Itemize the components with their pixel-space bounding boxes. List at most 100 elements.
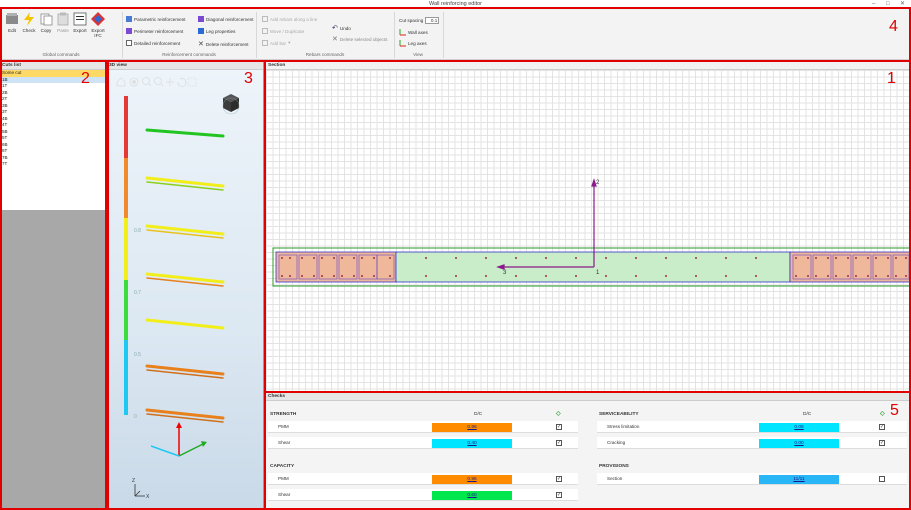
check-value[interactable]: 0.06 bbox=[759, 423, 839, 432]
parametric-reinforcement-button[interactable]: Parametric reinforcement bbox=[126, 16, 186, 22]
cuts-list-title: Cuts list bbox=[0, 62, 106, 70]
capacity-heading: CAPACITY bbox=[270, 464, 295, 469]
check-value[interactable]: 11/11 bbox=[759, 475, 839, 484]
move-duplicate-button[interactable]: Move / Duplicate bbox=[262, 28, 304, 34]
view-3d-canvas[interactable]: 0.8 0.7 0.5 0 Z X bbox=[107, 70, 264, 510]
maximize-button[interactable]: □ bbox=[886, 0, 890, 8]
copy-button[interactable]: Copy bbox=[38, 12, 54, 33]
check-visibility-checkbox[interactable]: ✓ bbox=[556, 492, 562, 498]
add-bar-label: Add bar bbox=[270, 40, 287, 46]
rebar-layer[interactable] bbox=[145, 318, 225, 330]
rebar-layer[interactable] bbox=[145, 408, 225, 420]
cut-list-item[interactable]: 7T bbox=[0, 161, 106, 168]
edit-label: Edit bbox=[8, 28, 16, 33]
check-row: Stress limitation 0.06 ✓ bbox=[597, 421, 907, 433]
ribbon-separator bbox=[443, 12, 444, 58]
check-visibility-checkbox[interactable]: ✓ bbox=[556, 424, 562, 430]
perimeter-label: Perimeter reinforcement bbox=[134, 28, 184, 34]
wall-axes-button[interactable]: Wall axes bbox=[399, 29, 428, 36]
scale-segment bbox=[124, 158, 128, 218]
serviceability-heading: SERVICEABILITY bbox=[599, 412, 639, 417]
check-value[interactable]: 0.40 bbox=[432, 439, 512, 448]
annotation-marker: 2 bbox=[81, 70, 90, 87]
close-button[interactable]: ✕ bbox=[900, 0, 905, 8]
orbit-icon[interactable] bbox=[129, 77, 139, 87]
check-value[interactable]: 0.60 bbox=[432, 491, 512, 500]
check-row: Section 11/11 bbox=[597, 473, 907, 485]
copy-label: Copy bbox=[40, 28, 52, 33]
fullscreen-icon[interactable] bbox=[187, 77, 197, 87]
eye-icon[interactable]: ◇ bbox=[556, 410, 561, 417]
axis-triad-icon bbox=[134, 484, 145, 497]
paste-label: Paste bbox=[57, 28, 69, 33]
leg-axes-button[interactable]: Leg axes bbox=[399, 40, 427, 47]
check-label: Section bbox=[607, 476, 623, 481]
paste-button[interactable]: Paste bbox=[55, 12, 71, 33]
detailed-label: Detailed reinforcement bbox=[134, 40, 181, 46]
leg-properties-button[interactable]: Leg properties bbox=[198, 28, 235, 34]
detailed-icon bbox=[126, 40, 132, 46]
zoom-fit-icon[interactable] bbox=[142, 77, 152, 87]
annotation-marker: 1 bbox=[887, 70, 896, 87]
undo-button[interactable]: ↶ Undo bbox=[332, 24, 351, 32]
add-rebars-along-line-button[interactable]: Add rebars along a line bbox=[262, 16, 317, 22]
check-row: Shear 0.60 ✓ bbox=[268, 489, 578, 501]
properties-icon bbox=[198, 28, 204, 34]
eye-icon[interactable]: ◇ bbox=[880, 410, 885, 417]
check-row: PMM 0.96 ✓ bbox=[268, 421, 578, 433]
check-value[interactable]: 0.96 bbox=[432, 475, 512, 484]
copy-icon bbox=[40, 13, 53, 26]
cut-spacing-input[interactable]: 0.1 bbox=[425, 17, 440, 24]
add-bar-button[interactable]: Add bar ▾ bbox=[262, 40, 290, 46]
rebar-layer[interactable] bbox=[145, 272, 225, 284]
diagonal-reinforcement-button[interactable]: Diagonal reinforcement bbox=[198, 16, 254, 22]
check-visibility-checkbox[interactable]: ✓ bbox=[556, 440, 562, 446]
window-title: Wall reinforcing editor bbox=[429, 1, 482, 7]
delete-label: Delete reinforcement bbox=[205, 41, 249, 47]
section-canvas[interactable]: 2 1 3 bbox=[266, 62, 911, 393]
check-row: PMM 0.96 ✓ bbox=[268, 473, 578, 485]
zoom-icon[interactable] bbox=[154, 77, 164, 87]
move-icon bbox=[262, 28, 268, 34]
rotate-icon[interactable] bbox=[177, 78, 187, 87]
undo-label: Undo bbox=[339, 25, 351, 31]
view-cube-icon[interactable] bbox=[222, 94, 240, 115]
rebar-layer[interactable] bbox=[145, 364, 225, 376]
view-3d-title: 3D view bbox=[107, 62, 263, 70]
export-button[interactable]: Export bbox=[72, 12, 88, 33]
export-ifc-button[interactable]: Export IFC bbox=[89, 12, 107, 38]
rebar-layer[interactable] bbox=[145, 176, 225, 188]
level-scale bbox=[124, 96, 128, 415]
check-visibility-checkbox[interactable]: ✓ bbox=[879, 440, 885, 446]
minimize-button[interactable]: – bbox=[872, 0, 875, 8]
global-commands-label: Global commands bbox=[42, 52, 80, 57]
perimeter-reinforcement-button[interactable]: Perimeter reinforcement bbox=[126, 28, 183, 34]
level-label: 0.5 bbox=[134, 352, 141, 358]
delete-icon: ✕ bbox=[198, 41, 204, 48]
annotation-marker: 4 bbox=[889, 18, 898, 35]
boundary-element-left[interactable] bbox=[275, 251, 397, 283]
detailed-reinforcement-button[interactable]: Detailed reinforcement bbox=[126, 40, 180, 46]
delete-selected-button[interactable]: ✕ Delete selected objects bbox=[332, 35, 387, 43]
rebar-layer[interactable] bbox=[145, 224, 225, 236]
pan-icon[interactable] bbox=[166, 78, 174, 86]
check-label: Shear bbox=[278, 492, 291, 497]
node-label-2: 2 bbox=[596, 180, 600, 186]
check-visibility-checkbox[interactable] bbox=[879, 476, 885, 482]
delete-reinforcement-button[interactable]: ✕ Delete reinforcement bbox=[198, 40, 249, 48]
check-visibility-checkbox[interactable]: ✓ bbox=[879, 424, 885, 430]
cut-spacing-label: Cut spacing bbox=[399, 18, 424, 23]
ribbon-separator bbox=[394, 12, 395, 58]
edit-button[interactable]: Edit bbox=[4, 12, 20, 33]
chevron-down-icon: ▾ bbox=[288, 40, 291, 45]
check-row: Cracking 0.00 ✓ bbox=[597, 437, 907, 449]
rebar-layer[interactable] bbox=[145, 128, 225, 138]
check-value[interactable]: 0.96 bbox=[432, 423, 512, 432]
checks-title: Checks bbox=[266, 393, 911, 401]
check-value[interactable]: 0.00 bbox=[759, 439, 839, 448]
edit-icon bbox=[6, 13, 18, 24]
add-along-label: Add rebars along a line bbox=[270, 16, 318, 22]
check-button[interactable]: Check bbox=[21, 12, 37, 33]
check-visibility-checkbox[interactable]: ✓ bbox=[556, 476, 562, 482]
home-icon[interactable] bbox=[116, 77, 126, 87]
